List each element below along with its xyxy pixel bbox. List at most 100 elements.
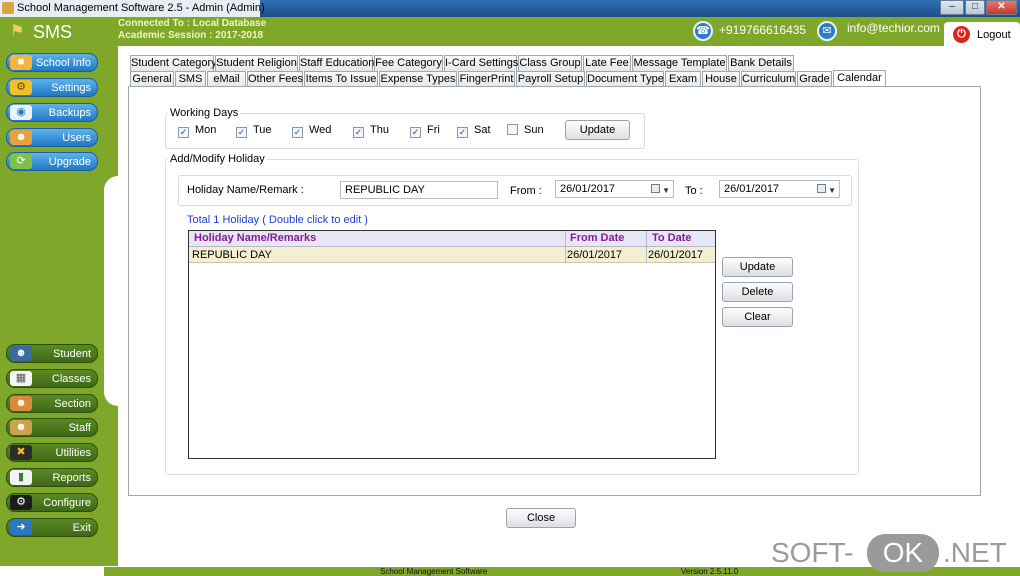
sidebar-item-label: Configure xyxy=(43,497,91,509)
gear-icon: ⚙ xyxy=(10,80,32,95)
tab-message-template[interactable]: Message Template xyxy=(632,55,727,71)
tab-student-category[interactable]: Student Category xyxy=(130,55,217,71)
tab-fee-category[interactable]: Fee Category xyxy=(374,55,443,71)
tab-other-fees[interactable]: Other Fees xyxy=(247,71,303,87)
tab-sms[interactable]: SMS xyxy=(175,71,206,87)
cell-holiday-name: REPUBLIC DAY xyxy=(192,249,272,261)
to-label: To : xyxy=(685,185,703,197)
tab-staff-education[interactable]: Staff Education xyxy=(299,55,374,71)
tab-document-type[interactable]: Document Type xyxy=(586,71,664,87)
tab-items-to-issue[interactable]: Items To Issue xyxy=(304,71,378,87)
sidebar-item-school-info[interactable]: ■ School Info xyxy=(6,53,98,72)
tab-email[interactable]: eMail xyxy=(207,71,246,87)
tab-late-fee[interactable]: Late Fee xyxy=(583,55,631,71)
tab-student-religion[interactable]: Student Religion xyxy=(215,55,298,71)
check-icon: ✓ xyxy=(292,127,303,138)
chart-icon: ▮ xyxy=(10,470,32,485)
connection-status: Connected To : Local Database xyxy=(118,18,267,29)
tab-icard-settings[interactable]: I-Card Settings xyxy=(444,55,518,71)
checkbox-tue[interactable]: ✓ Tue xyxy=(236,124,272,138)
app-header: ⚑ SMS Connected To : Local Database Acad… xyxy=(0,17,1020,46)
sidebar-item-settings[interactable]: ⚙ Settings xyxy=(6,78,98,97)
sidebar-item-classes[interactable]: ▦ Classes xyxy=(6,369,98,388)
from-date-value: 26/01/2017 xyxy=(560,183,616,195)
from-label: From : xyxy=(510,185,542,197)
tab-general[interactable]: General xyxy=(130,71,174,87)
contact-email[interactable]: info@techior.com xyxy=(847,21,940,35)
tab-grade[interactable]: Grade xyxy=(797,71,832,87)
sidebar-item-label: Settings xyxy=(51,82,91,94)
check-icon: ✓ xyxy=(178,127,189,138)
holiday-name-input[interactable]: REPUBLIC DAY xyxy=(340,181,498,199)
sidebar-item-upgrade[interactable]: ⟳ Upgrade xyxy=(6,152,98,171)
sidebar-item-label: Section xyxy=(54,398,91,410)
maximize-button[interactable]: □ xyxy=(965,0,985,15)
sidebar-item-label: Backups xyxy=(48,107,91,119)
table-row[interactable]: REPUBLIC DAY 26/01/2017 26/01/2017 xyxy=(189,247,715,263)
watermark-text-net: .NET xyxy=(943,537,1007,568)
to-date-picker[interactable]: 26/01/2017 ▼ xyxy=(719,180,840,198)
tab-curriculum[interactable]: Curriculum xyxy=(741,71,796,87)
sidebar-item-utilities[interactable]: ✖ Utilities xyxy=(6,443,98,462)
tab-exam[interactable]: Exam xyxy=(665,71,701,87)
tab-calendar[interactable]: Calendar xyxy=(833,70,886,87)
sidebar-item-label: Classes xyxy=(51,373,91,385)
checkbox-label: Sat xyxy=(474,124,491,136)
delete-holiday-button[interactable]: Delete xyxy=(722,282,793,302)
update-holiday-button[interactable]: Update xyxy=(722,257,793,277)
tab-bank-details[interactable]: Bank Details xyxy=(728,55,794,71)
sidebar-item-exit[interactable]: ➜ Exit xyxy=(6,518,98,537)
checkbox-sat[interactable]: ✓ Sat xyxy=(457,124,491,138)
tab-expense-types[interactable]: Expense Types xyxy=(379,71,457,87)
clear-holiday-button[interactable]: Clear xyxy=(722,307,793,327)
close-window-button[interactable]: ✕ xyxy=(986,0,1017,15)
sidebar-item-users[interactable]: ☻ Users xyxy=(6,128,98,147)
cell-to-date: 26/01/2017 xyxy=(648,249,704,261)
checkbox-label: Mon xyxy=(195,124,217,136)
working-days-title: Working Days xyxy=(168,107,241,119)
sidebar-item-label: Staff xyxy=(68,422,91,434)
sidebar-item-reports[interactable]: ▮ Reports xyxy=(6,468,98,487)
tab-fingerprint[interactable]: FingerPrint xyxy=(458,71,515,87)
school-icon: ■ xyxy=(10,55,32,70)
tab-class-group[interactable]: Class Group xyxy=(518,55,582,71)
close-button[interactable]: Close xyxy=(506,508,576,528)
calendar-icon xyxy=(817,184,826,193)
column-header-to: To Date xyxy=(652,232,692,244)
holiday-table[interactable]: Holiday Name/Remarks From Date To Date R… xyxy=(188,230,716,459)
app-icon xyxy=(2,2,14,14)
staff-icon: ☻ xyxy=(10,420,32,435)
checkbox-wed[interactable]: ✓ Wed xyxy=(292,124,331,138)
sidebar-item-section[interactable]: ☻ Section xyxy=(6,394,98,413)
checkbox-label: Fri xyxy=(427,124,440,136)
sidebar-item-label: Utilities xyxy=(55,447,91,459)
configure-gear-icon: ⚙ xyxy=(10,495,32,510)
checkbox-thu[interactable]: ✓ Thu xyxy=(353,124,389,138)
checkbox-mon[interactable]: ✓ Mon xyxy=(178,124,216,138)
logout-label: Logout xyxy=(977,29,1011,41)
sidebar-item-label: Reports xyxy=(52,472,91,484)
contact-phone: +919766616435 xyxy=(719,23,807,37)
checkbox-sun[interactable]: Sun xyxy=(507,124,544,136)
sidebar-item-label: School Info xyxy=(35,57,91,69)
sidebar-item-staff[interactable]: ☻ Staff xyxy=(6,418,98,437)
classes-icon: ▦ xyxy=(10,371,32,386)
holiday-count-text: Total 1 Holiday ( Double click to edit ) xyxy=(187,214,368,226)
tab-house[interactable]: House xyxy=(702,71,740,87)
check-icon: ✓ xyxy=(410,127,421,138)
sidebar-item-student[interactable]: ☻ Student xyxy=(6,344,98,363)
from-date-picker[interactable]: 26/01/2017 ▼ xyxy=(555,180,674,198)
update-working-days-button[interactable]: Update xyxy=(565,120,630,140)
sidebar-item-backups[interactable]: ◉ Backups xyxy=(6,103,98,122)
window-title: School Management Software 2.5 - Admin (… xyxy=(17,2,265,14)
column-header-from: From Date xyxy=(570,232,625,244)
tab-payroll-setup[interactable]: Payroll Setup xyxy=(516,71,585,87)
table-header: Holiday Name/Remarks From Date To Date xyxy=(189,231,715,247)
disk-icon: ◉ xyxy=(10,105,32,120)
student-icon: ☻ xyxy=(10,346,32,361)
checkbox-fri[interactable]: ✓ Fri xyxy=(410,124,440,138)
sidebar-item-label: Exit xyxy=(72,522,91,534)
logout-button[interactable]: ⏻ Logout xyxy=(944,22,1020,47)
minimize-button[interactable]: – xyxy=(940,0,964,15)
sidebar-item-configure[interactable]: ⚙ Configure xyxy=(6,493,98,512)
